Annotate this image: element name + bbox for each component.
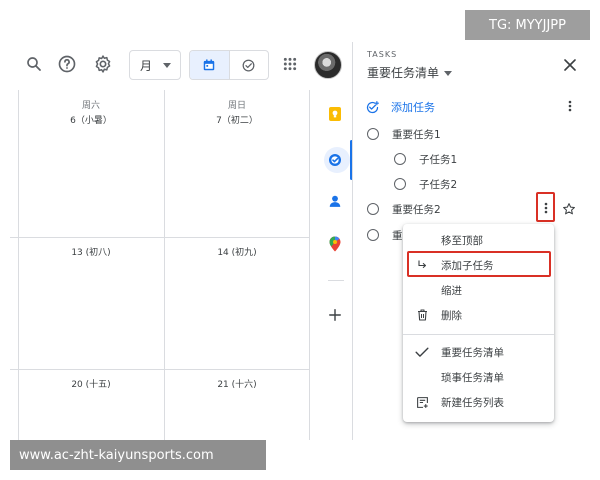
menu-item-label: 删除	[441, 309, 462, 322]
calendar-toolbar: 月	[0, 42, 352, 88]
rail-divider	[328, 280, 344, 281]
tasks-view-toggle[interactable]	[230, 51, 269, 79]
task-check-icon	[242, 59, 255, 71]
subtask-item[interactable]: 子任务1	[394, 150, 457, 168]
add-task-label: 添加任务	[391, 101, 435, 114]
tasks-icon[interactable]	[324, 149, 346, 171]
panel-label: TASKS	[367, 50, 398, 59]
day-cell-date[interactable]: 20 (十五)	[51, 377, 131, 390]
add-addon-icon[interactable]	[324, 304, 346, 326]
task-more-vert-icon[interactable]	[539, 199, 553, 217]
chevron-down-icon	[163, 63, 171, 68]
menu-item-new-list[interactable]: 新建任务列表	[403, 390, 554, 414]
task-item[interactable]: 重要任务1	[367, 125, 441, 143]
view-select-label: 月	[140, 58, 153, 73]
task-title: 子任务1	[419, 153, 458, 166]
settings-gear-icon[interactable]	[91, 52, 115, 76]
watermark-bottom: www.ac-zht-kaiyunsports.com	[10, 440, 266, 470]
contacts-icon[interactable]	[324, 190, 346, 212]
highlight-box	[407, 251, 551, 277]
task-item[interactable]: 重	[367, 226, 403, 244]
grid-divider	[10, 369, 310, 370]
day-cell-date[interactable]: 6（小暑）	[51, 113, 131, 126]
task-list-selector[interactable]: 重要任务清单	[367, 64, 453, 81]
watermark-top: TG: MYYJJPP	[465, 10, 590, 40]
weekday-header-sun: 周日	[227, 101, 246, 111]
grid-divider	[164, 90, 165, 440]
task-complete-checkbox[interactable]	[367, 229, 379, 241]
task-title: 重要任务2	[392, 203, 441, 216]
menu-item-label: 新建任务列表	[441, 396, 504, 409]
day-cell-date[interactable]: 13 (初八)	[51, 245, 131, 258]
menu-item-indent[interactable]: 缩进	[403, 278, 554, 302]
view-select-dropdown[interactable]: 月	[129, 50, 181, 80]
day-cell-date[interactable]: 21 (十六)	[197, 377, 277, 390]
account-avatar[interactable]	[314, 51, 342, 79]
weekday-header-sat: 周六	[81, 101, 100, 111]
maps-pin-icon[interactable]	[324, 233, 346, 255]
more-vert-icon[interactable]	[563, 97, 577, 115]
task-title: 子任务2	[419, 178, 458, 191]
search-icon[interactable]	[22, 52, 46, 76]
calendar-view-toggle[interactable]	[190, 51, 230, 79]
add-task-icon	[366, 100, 379, 113]
new-list-icon	[415, 395, 429, 409]
task-complete-checkbox[interactable]	[394, 178, 406, 190]
task-list-title: 重要任务清单	[367, 66, 440, 80]
calendar-tasks-toggle	[189, 50, 269, 80]
menu-item-list-important[interactable]: 重要任务清单	[403, 340, 554, 364]
menu-item-label: 琐事任务清单	[441, 371, 504, 384]
grid-divider	[10, 237, 310, 238]
subtask-item[interactable]: 子任务2	[394, 175, 457, 193]
menu-item-list-chores[interactable]: 琐事任务清单	[403, 365, 554, 389]
day-cell-date[interactable]: 7（初二）	[197, 113, 277, 126]
menu-item-label: 重要任务清单	[441, 346, 504, 359]
star-icon[interactable]	[561, 200, 577, 218]
chevron-down-icon	[444, 71, 453, 76]
day-cell-date[interactable]: 14 (初九)	[197, 245, 277, 258]
grid-divider	[309, 90, 310, 440]
keep-icon[interactable]	[324, 103, 346, 125]
task-complete-checkbox[interactable]	[367, 128, 379, 140]
menu-item-move-to-top[interactable]: 移至顶部	[403, 228, 554, 252]
apps-grid-icon[interactable]	[278, 52, 302, 76]
task-context-menu: 移至顶部 添加子任务 缩进 删除 重要任务清单 琐事任务清单 新建任务列表	[403, 224, 554, 422]
menu-item-delete[interactable]: 删除	[403, 303, 554, 327]
calendar-icon	[204, 59, 215, 71]
task-title: 重要任务1	[392, 128, 441, 141]
close-icon[interactable]	[561, 56, 579, 74]
menu-divider	[403, 334, 554, 335]
menu-item-label: 缩进	[441, 284, 462, 297]
task-complete-checkbox[interactable]	[367, 203, 379, 215]
calendar-month-grid: 周六 6（小暑） 周日 7（初二） 13 (初八) 14 (初九) 20 (十五…	[0, 90, 310, 440]
side-panel-rail	[318, 90, 353, 440]
menu-item-label: 移至顶部	[441, 234, 483, 247]
add-task-button[interactable]: 添加任务	[365, 98, 435, 116]
grid-divider	[18, 90, 19, 440]
trash-icon	[415, 308, 429, 322]
help-icon[interactable]	[55, 52, 79, 76]
task-item[interactable]: 重要任务2	[367, 200, 441, 218]
task-title: 重	[392, 229, 403, 242]
check-icon	[415, 345, 429, 359]
task-complete-checkbox[interactable]	[394, 153, 406, 165]
